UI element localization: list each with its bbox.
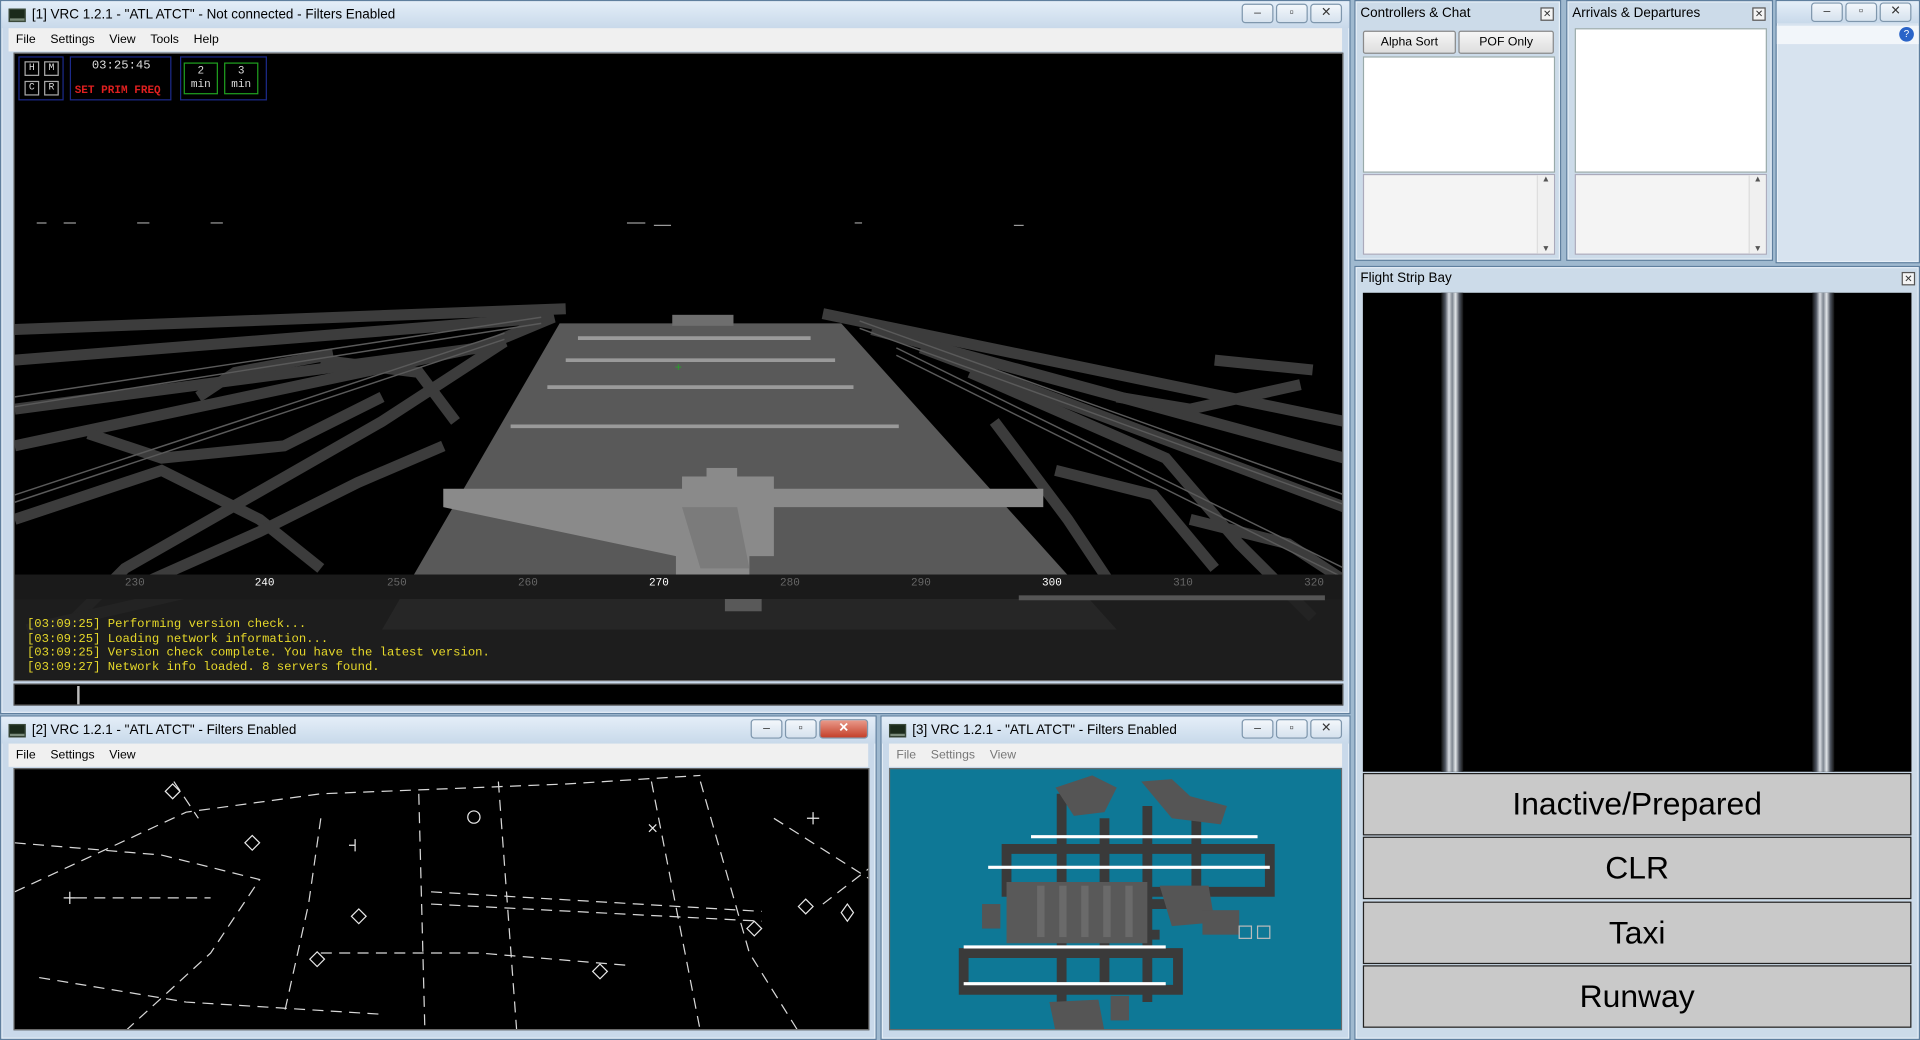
compass-tick-260: 260: [517, 576, 538, 590]
compass-tick-240: 240: [254, 576, 275, 590]
bg-minimize-button[interactable]: –: [1811, 2, 1843, 23]
help-icon[interactable]: ?: [1899, 26, 1914, 42]
pof-only-button[interactable]: POF Only: [1458, 30, 1554, 54]
message-log: [03:09:25] Performing version check... […: [27, 619, 490, 675]
command-line-input[interactable]: [13, 683, 1344, 706]
vrc-window-1: [1] VRC 1.2.1 - "ATL ATCT" - Not connect…: [0, 0, 1351, 715]
strip-rail-left: [1441, 292, 1464, 772]
close-button[interactable]: ✕: [819, 719, 869, 739]
bay-category-inactive-prepared[interactable]: Inactive/Prepared: [1362, 772, 1912, 836]
bg-restore-button[interactable]: ▫: [1845, 2, 1878, 23]
log-line: [03:09:27] Network info loaded. 8 server…: [26, 660, 380, 675]
prim-freq-warning: SET PRIM FREQ: [74, 84, 161, 97]
hud-key-m[interactable]: M: [44, 61, 59, 76]
close-button[interactable]: ✕: [1310, 719, 1343, 739]
bay-category-taxi[interactable]: Taxi: [1362, 901, 1912, 965]
menu-help[interactable]: Help: [186, 33, 226, 46]
close-button[interactable]: ✕: [1540, 7, 1554, 21]
departures-box[interactable]: ▲ ▼: [1574, 173, 1767, 255]
bay-category-runway[interactable]: Runway: [1362, 965, 1912, 1028]
compass-tick-230: 230: [124, 576, 145, 590]
ground-map-view[interactable]: [888, 768, 1343, 1031]
menu-settings[interactable]: Settings: [43, 748, 102, 761]
close-button[interactable]: ✕: [1752, 7, 1766, 21]
controllers-chat-window: Controllers & Chat ✕ Alpha Sort POF Only…: [1354, 0, 1562, 261]
hud-key-r[interactable]: R: [44, 80, 59, 96]
panel-title: Arrivals & Departures: [1572, 6, 1701, 21]
restore-button[interactable]: ▫: [1275, 3, 1308, 24]
background-window: – ▫ ✕ ?: [1775, 0, 1920, 264]
menu-settings[interactable]: Settings: [923, 748, 982, 761]
arrivals-list[interactable]: [1574, 28, 1767, 173]
compass-tick-310: 310: [1173, 576, 1193, 590]
window-title: [3] VRC 1.2.1 - "ATL ATCT" - Filters Ena…: [912, 722, 1177, 738]
utc-clock: 03:25:45: [91, 60, 151, 74]
chat-scrollbar[interactable]: ▲ ▼: [1536, 175, 1554, 254]
vrc-app-icon: [8, 723, 26, 737]
scroll-up-icon[interactable]: ▲: [1538, 175, 1554, 184]
scroll-down-icon[interactable]: ▼: [1750, 245, 1766, 254]
radar-scope-view[interactable]: [13, 768, 870, 1031]
close-button[interactable]: ✕: [1310, 3, 1343, 24]
compass-tick-270: 270: [648, 576, 669, 590]
tower-3d-view[interactable]: H M C R 03:25:45 SET PRIM FREQ 2 min 3 m…: [13, 52, 1344, 682]
menu-view[interactable]: View: [102, 33, 143, 46]
menu-view[interactable]: View: [982, 748, 1023, 761]
compass-tick-320: 320: [1304, 576, 1324, 590]
bg-close-button[interactable]: ✕: [1879, 2, 1912, 23]
controllers-list[interactable]: [1362, 56, 1556, 173]
vrc-app-icon: [8, 7, 26, 22]
radar-scope-map: [14, 769, 869, 1029]
menu-file[interactable]: File: [9, 33, 43, 46]
timer-3min[interactable]: 3 min: [224, 62, 259, 95]
alpha-sort-button[interactable]: Alpha Sort: [1362, 30, 1456, 54]
airport-ground-map: [890, 769, 1341, 1029]
menu-settings[interactable]: Settings: [43, 33, 102, 46]
departures-scrollbar[interactable]: ▲ ▼: [1748, 175, 1766, 254]
log-line: [03:09:25] Performing version check...: [26, 618, 307, 633]
scroll-down-icon[interactable]: ▼: [1538, 245, 1554, 254]
text-cursor: [77, 686, 80, 705]
menu-file[interactable]: File: [889, 748, 923, 761]
log-line: [03:09:25] Loading network information..…: [26, 632, 329, 647]
compass-tick-250: 250: [386, 576, 407, 590]
compass-tick-280: 280: [780, 576, 800, 590]
menu-tools[interactable]: Tools: [143, 33, 186, 46]
arrivals-departures-window: Arrivals & Departures ✕ ▲ ▼: [1566, 0, 1774, 261]
restore-button[interactable]: ▫: [1275, 719, 1308, 739]
strip-bay-area[interactable]: [1362, 292, 1912, 772]
compass-tick-300: 300: [1042, 576, 1062, 590]
menu-bar: File Settings View: [8, 743, 869, 767]
close-button[interactable]: ✕: [1901, 271, 1916, 286]
chat-box[interactable]: ▲ ▼: [1362, 173, 1556, 255]
menu-bar: File Settings View Tools Help: [8, 28, 1343, 52]
vrc-app-icon: [888, 723, 907, 737]
panel-title: Flight Strip Bay: [1360, 270, 1452, 286]
compass-strip: 230 240 250 260 270 280 290 300 310 320: [15, 575, 1342, 600]
menu-file[interactable]: File: [9, 748, 43, 761]
minimize-button[interactable]: –: [750, 719, 783, 739]
timer-2min[interactable]: 2 min: [183, 62, 218, 95]
crosshair-icon: +: [674, 361, 682, 375]
hud-key-h[interactable]: H: [24, 61, 40, 76]
vrc-window-3: [3] VRC 1.2.1 - "ATL ATCT" - Filters Ena…: [880, 715, 1351, 1040]
menu-view[interactable]: View: [102, 748, 143, 761]
strip-rail-right: [1812, 292, 1835, 772]
menu-bar: File Settings View: [888, 743, 1343, 767]
bay-category-clr[interactable]: CLR: [1362, 836, 1912, 900]
scroll-up-icon[interactable]: ▲: [1750, 175, 1766, 184]
window-title: [1] VRC 1.2.1 - "ATL ATCT" - Not connect…: [31, 7, 396, 23]
minimize-button[interactable]: –: [1241, 719, 1274, 739]
vrc-window-2: [2] VRC 1.2.1 - "ATL ATCT" - Filters Ena…: [0, 715, 877, 1040]
minimize-button[interactable]: –: [1241, 3, 1274, 24]
log-line: [03:09:25] Version check complete. You h…: [26, 646, 490, 661]
hud-key-c[interactable]: C: [24, 80, 40, 96]
panel-title: Controllers & Chat: [1360, 6, 1471, 21]
restore-button[interactable]: ▫: [784, 719, 817, 739]
window-title: [2] VRC 1.2.1 - "ATL ATCT" - Filters Ena…: [31, 722, 297, 738]
compass-tick-290: 290: [911, 576, 931, 590]
